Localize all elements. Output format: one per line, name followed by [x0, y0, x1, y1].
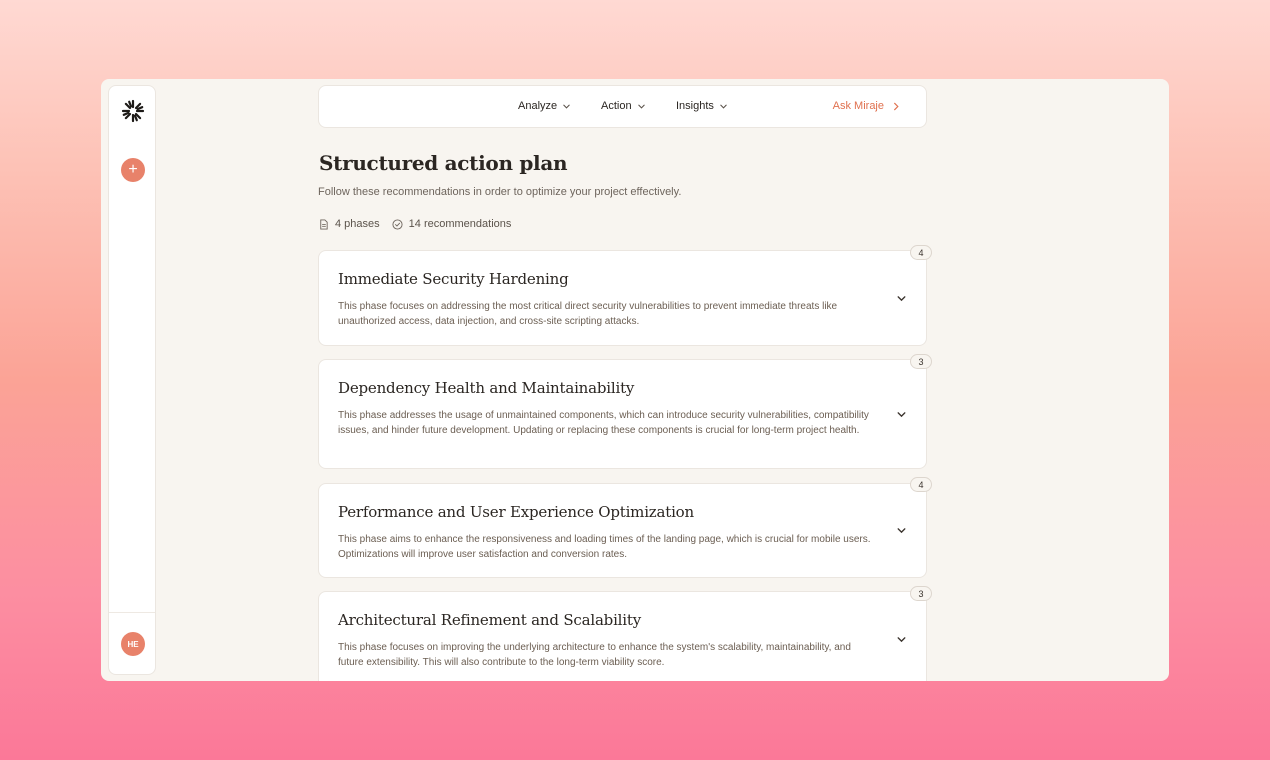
logo-icon[interactable]: [121, 99, 145, 123]
nav-action[interactable]: Action: [601, 100, 646, 112]
chevron-down-icon: [637, 104, 645, 109]
phases-count: 4 phases: [318, 218, 380, 230]
phase-card-2[interactable]: Dependency Health and Maintainability Th…: [318, 359, 927, 469]
phase-title: Immediate Security Hardening: [338, 270, 569, 288]
ask-miraje-label: Ask Miraje: [832, 100, 884, 112]
nav-analyze-label: Analyze: [518, 100, 558, 112]
phase-description: This phase addresses the usage of unmain…: [338, 410, 869, 436]
nav-action-label: Action: [601, 100, 632, 112]
sidebar: + HE: [108, 85, 156, 675]
chevron-down-icon: [563, 104, 570, 109]
phase-title: Architectural Refinement and Scalability: [338, 611, 641, 629]
phase-description: This phase focuses on improving the unde…: [338, 642, 851, 668]
phase-card-4[interactable]: Architectural Refinement and Scalability…: [318, 591, 927, 681]
phase-count-badge: 4: [910, 245, 932, 260]
check-circle-icon: [392, 218, 403, 230]
avatar[interactable]: HE: [121, 632, 145, 656]
chevron-down-icon[interactable]: [896, 409, 907, 420]
recommendations-count-label: 14 recommendations: [408, 218, 512, 230]
phase-card-3[interactable]: Performance and User Experience Optimiza…: [318, 483, 927, 578]
phase-count-badge: 4: [910, 477, 932, 492]
phase-title: Dependency Health and Maintainability: [338, 379, 635, 397]
phase-description: This phase aims to enhance the responsiv…: [338, 534, 871, 560]
nav-insights[interactable]: Insights: [676, 100, 728, 112]
plus-icon: +: [128, 161, 138, 178]
top-nav: Analyze Action Insights Ask Miraje: [318, 85, 927, 128]
phase-title: Performance and User Experience Optimiza…: [338, 503, 694, 521]
chevron-right-icon: [894, 102, 899, 110]
nav-analyze[interactable]: Analyze: [518, 100, 571, 112]
chevron-down-icon: [720, 104, 727, 109]
app-window: + HE Analyze Action Insights Ask Miraje …: [101, 79, 1169, 681]
page-title: Structured action plan: [319, 151, 568, 175]
sidebar-divider: [109, 612, 155, 613]
chevron-down-icon[interactable]: [896, 525, 907, 536]
ask-miraje-link[interactable]: Ask Miraje: [833, 100, 900, 112]
add-button[interactable]: +: [121, 158, 145, 182]
phases-count-label: 4 phases: [335, 218, 380, 230]
phase-description: This phase focuses on addressing the mos…: [338, 301, 838, 327]
page-subtitle: Follow these recommendations in order to…: [318, 186, 682, 198]
chevron-down-icon[interactable]: [896, 293, 907, 304]
plan-meta: 4 phases 14 recommendations: [318, 218, 511, 230]
document-icon: [320, 218, 328, 230]
chevron-down-icon[interactable]: [896, 634, 907, 645]
phase-count-badge: 3: [910, 586, 932, 601]
nav-insights-label: Insights: [676, 100, 714, 112]
recommendations-count: 14 recommendations: [392, 218, 512, 230]
phase-count-badge: 3: [910, 354, 932, 369]
phase-card-1[interactable]: Immediate Security Hardening This phase …: [318, 250, 927, 346]
